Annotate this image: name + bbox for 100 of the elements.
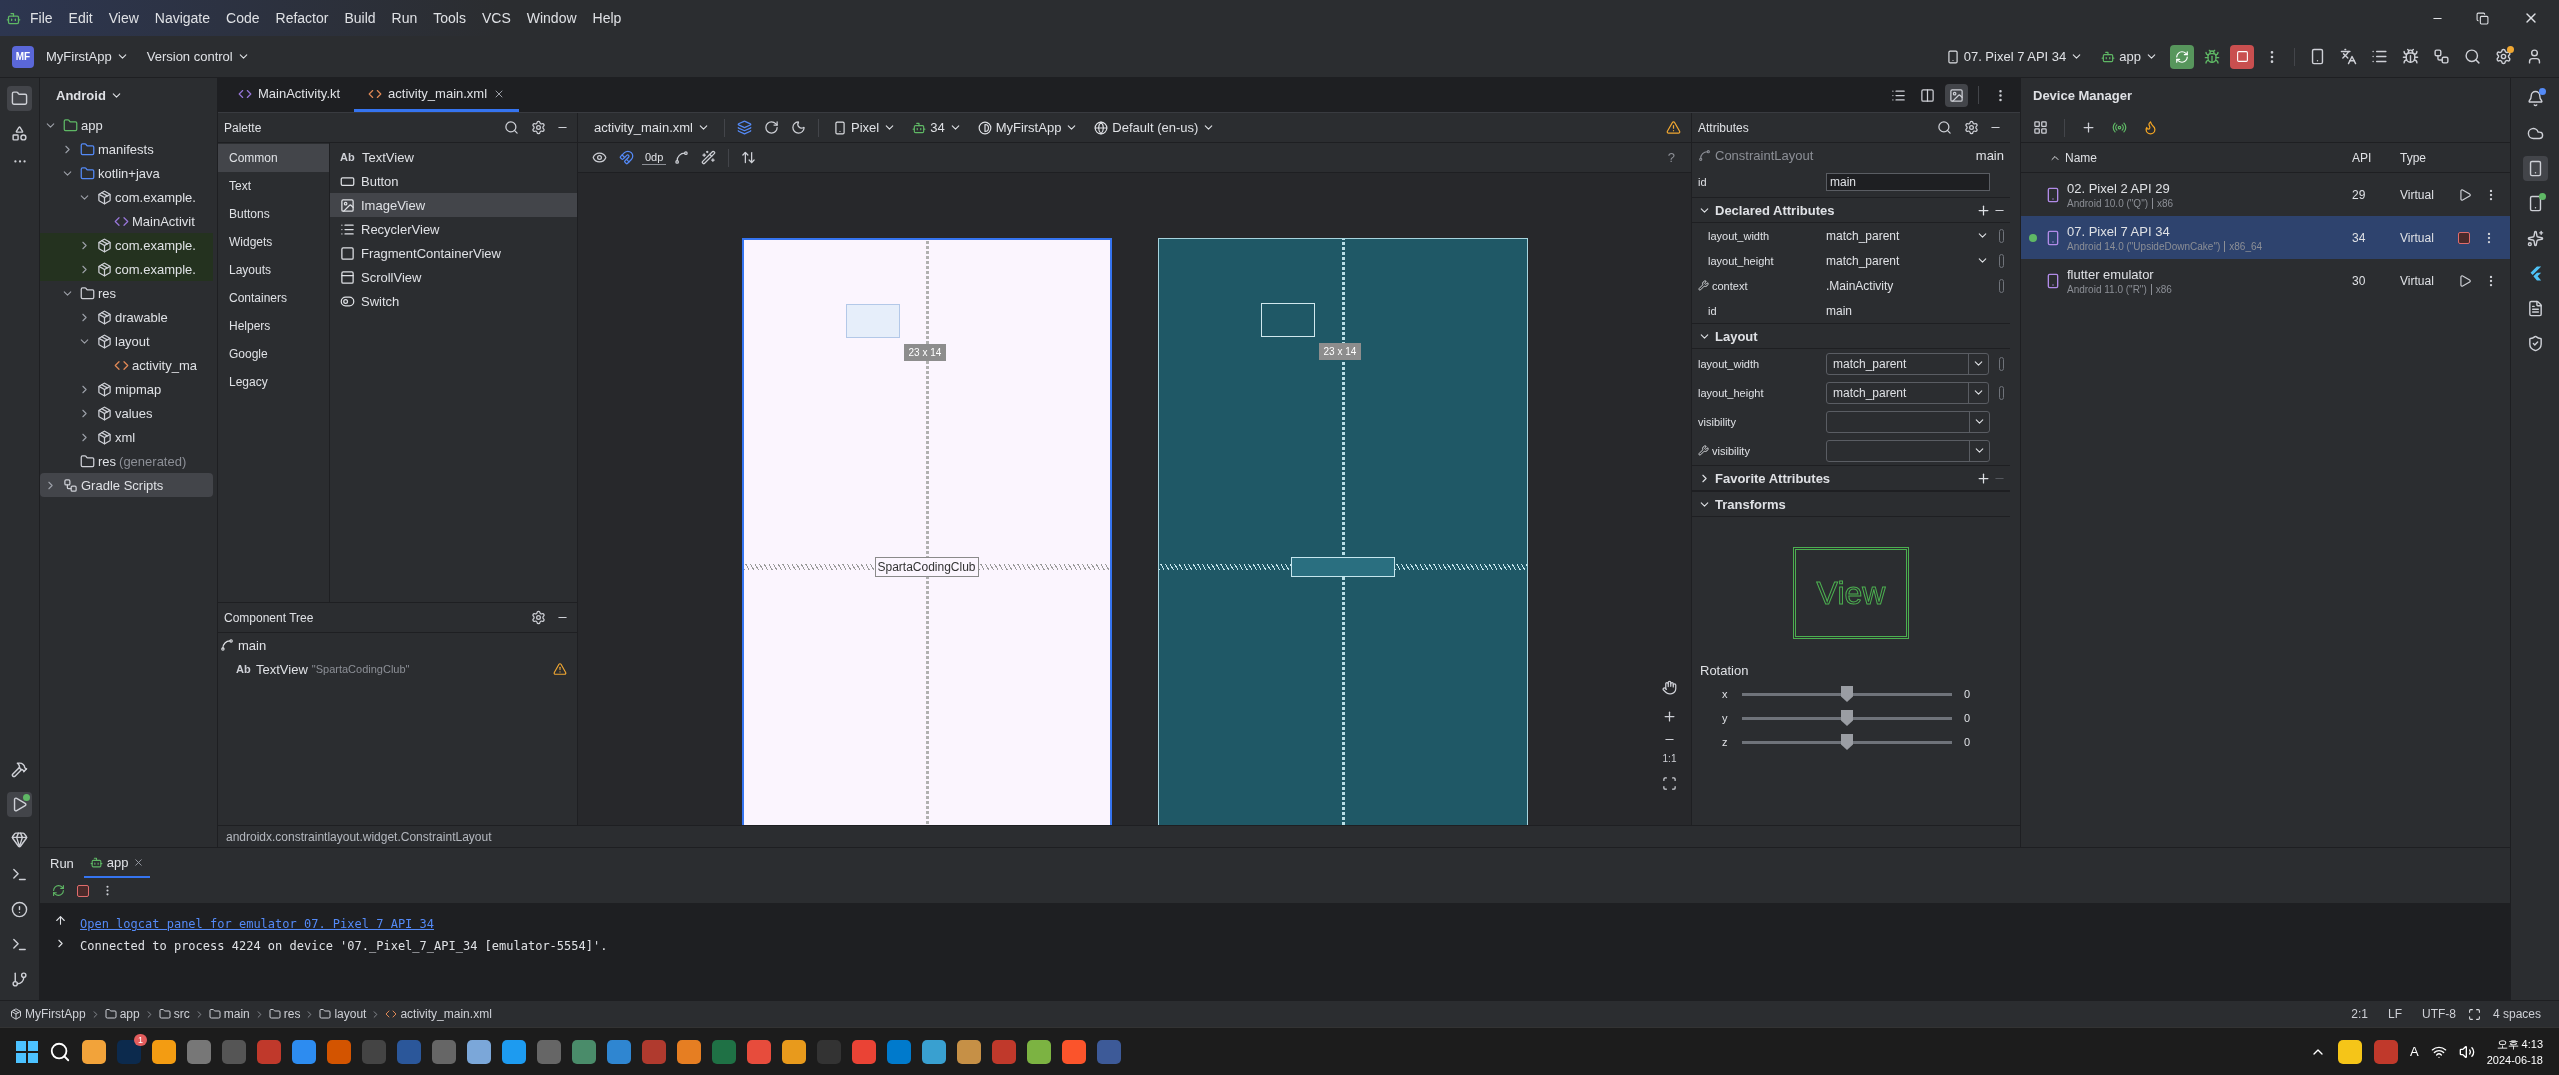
palette-item[interactable]: Button — [330, 169, 577, 193]
tree-item[interactable]: app — [40, 113, 213, 137]
tree-item[interactable]: res — [40, 281, 213, 305]
section-header[interactable]: Transforms — [1692, 491, 2010, 517]
menu-item[interactable]: Tools — [426, 7, 473, 29]
logcat-link[interactable]: Open logcat panel for emulator 07. Pixel 7 API 34 — [80, 917, 608, 931]
menu-item[interactable]: Run — [384, 7, 425, 29]
device-row[interactable]: 07. Pixel 7 API 34 Android 14.0 ("UpsideDownCake") x86_64 34 Virtual — [2021, 216, 2510, 259]
run-tab[interactable]: app — [83, 848, 150, 878]
version-control-menu[interactable]: Version control — [140, 46, 256, 67]
column-header[interactable]: Type — [2396, 150, 2454, 165]
component-name: ConstraintLayout — [1715, 147, 1814, 163]
menu-item[interactable]: Build — [337, 7, 383, 29]
layout-file-selector[interactable]: activity_main.xml — [588, 117, 716, 138]
text-icon: Ab — [340, 151, 356, 163]
tree-item[interactable]: Gradle Scripts — [40, 473, 213, 497]
palette-category[interactable]: Legacy — [218, 368, 329, 396]
tree-item[interactable]: drawable — [40, 305, 213, 329]
palette-item[interactable]: ImageView — [330, 193, 577, 217]
menu-item[interactable]: Window — [519, 7, 584, 29]
menu-item[interactable]: Navigate — [147, 7, 218, 29]
tree-item[interactable]: Ab TextView "SpartaCodingClub" — [218, 657, 577, 681]
component-id: main — [1975, 147, 2004, 163]
palette-category[interactable]: Layouts — [218, 256, 329, 284]
table-cell-text: Virtual — [2399, 273, 2435, 288]
editor-tab[interactable]: MainActivity.kt — [224, 78, 355, 112]
run-configuration[interactable]: app — [2095, 46, 2164, 67]
table-cell-text: 30 — [2351, 273, 2367, 288]
table-cell-text: 29 — [2351, 187, 2367, 202]
locale-selector[interactable]: Default (en-us) — [1088, 117, 1222, 138]
device-selector[interactable]: 07. Pixel 7 API 34 — [1939, 46, 2090, 67]
palette-item[interactable]: RecyclerView — [330, 217, 577, 241]
attribute-dropdown[interactable]: match_parent — [1826, 352, 1989, 375]
menu-item[interactable]: File — [23, 7, 60, 29]
default-margin-field[interactable]: 0dp — [642, 150, 667, 165]
menu-item[interactable]: Code — [219, 7, 267, 29]
tree-item[interactable]: com.example. — [40, 185, 213, 209]
palette-item[interactable]: FragmentContainerView — [330, 241, 577, 265]
palette-item[interactable]: Switch — [330, 289, 577, 313]
table-cell-text: Virtual — [2399, 230, 2435, 245]
device-row[interactable]: 02. Pixel 2 API 29 Android 10.0 ("Q") x86 29 Virtual — [2021, 173, 2510, 216]
menu-item[interactable]: View — [101, 7, 146, 29]
breadcrumb-item[interactable]: app — [104, 1007, 140, 1021]
project-view-selector[interactable]: Android — [50, 85, 129, 106]
tree-item[interactable]: layout — [40, 329, 213, 353]
palette-category[interactable]: Widgets — [218, 228, 329, 256]
class-path: androidx.constraintlayout.widget.ConstraintLayout — [226, 829, 492, 844]
menu-item[interactable]: Refactor — [268, 7, 336, 29]
panel-title: Palette — [224, 120, 262, 135]
id-field[interactable]: main — [1826, 173, 1990, 191]
tree-item[interactable]: main — [218, 633, 577, 657]
column-header[interactable]: Name — [2045, 150, 2348, 165]
menu-item[interactable]: VCS — [474, 7, 518, 29]
tree-item[interactable]: xml — [40, 425, 213, 449]
breadcrumb-item[interactable]: src — [158, 1007, 190, 1021]
section-header[interactable]: Favorite Attributes — [1692, 465, 2010, 491]
palette-category[interactable]: Buttons — [218, 200, 329, 228]
theme-selector[interactable]: MyFirstApp — [971, 117, 1085, 138]
api-level-selector[interactable]: 34 — [906, 117, 968, 138]
breadcrumb-item[interactable]: res — [268, 1007, 301, 1021]
tree-item[interactable]: MainActivit — [40, 209, 213, 233]
tree-item[interactable]: activity_ma — [40, 353, 213, 377]
palette-category[interactable]: Containers — [218, 284, 329, 312]
column-header[interactable]: API — [2348, 150, 2396, 165]
tree-item[interactable]: com.example. — [40, 233, 213, 257]
device-row[interactable]: flutter emulator Android 11.0 ("R") x86 30 Virtual — [2021, 259, 2510, 302]
input-method-indicator[interactable]: A — [2410, 1044, 2419, 1059]
panel-title: Attributes — [1698, 120, 1749, 135]
tree-item[interactable]: values — [40, 401, 213, 425]
menu-item[interactable]: Help — [585, 7, 629, 29]
palette-category[interactable]: Google — [218, 340, 329, 368]
clock[interactable]: 오후 4:13 2024-06-18 — [2486, 1037, 2543, 1066]
palette-category[interactable]: Common — [218, 144, 329, 172]
actual-size-button[interactable]: 1:1 — [1660, 751, 1679, 766]
line-ending[interactable]: LF — [2379, 1007, 2410, 1021]
tree-item[interactable]: com.example. — [40, 257, 213, 281]
section-header[interactable]: Layout — [1692, 323, 2010, 349]
panel-title: Component Tree — [224, 610, 314, 625]
breadcrumb-item[interactable]: layout — [319, 1007, 367, 1021]
palette-item[interactable]: Ab TextView — [330, 145, 577, 169]
indent-setting[interactable]: 4 spaces — [2484, 1007, 2549, 1021]
breadcrumb-item[interactable]: main — [208, 1007, 250, 1021]
palette-category[interactable]: Helpers — [218, 312, 329, 340]
attribute-value: match_parent — [1826, 253, 1901, 268]
palette-category[interactable]: Text — [218, 172, 329, 200]
tree-item[interactable]: res (generated) — [40, 449, 213, 473]
cursor-position[interactable]: 2:1 — [2343, 1007, 2376, 1021]
tree-item[interactable]: mipmap — [40, 377, 213, 401]
breadcrumb-item[interactable]: MyFirstApp — [10, 1007, 86, 1021]
breadcrumb-item[interactable]: activity_main.xml — [385, 1007, 492, 1021]
device-selector[interactable]: Pixel — [826, 117, 903, 138]
encoding[interactable]: UTF-8 — [2413, 1007, 2464, 1021]
section-header[interactable]: Declared Attributes — [1692, 197, 2010, 223]
attribute-dropdown[interactable]: match_parent — [1826, 381, 1989, 404]
tree-item[interactable]: manifests — [40, 137, 213, 161]
tree-item[interactable]: kotlin+java — [40, 161, 213, 185]
project-selector[interactable]: MyFirstApp — [40, 46, 135, 67]
menu-item[interactable]: Edit — [61, 7, 100, 29]
help-button[interactable]: ? — [1661, 149, 1681, 166]
palette-item[interactable]: ScrollView — [330, 265, 577, 289]
